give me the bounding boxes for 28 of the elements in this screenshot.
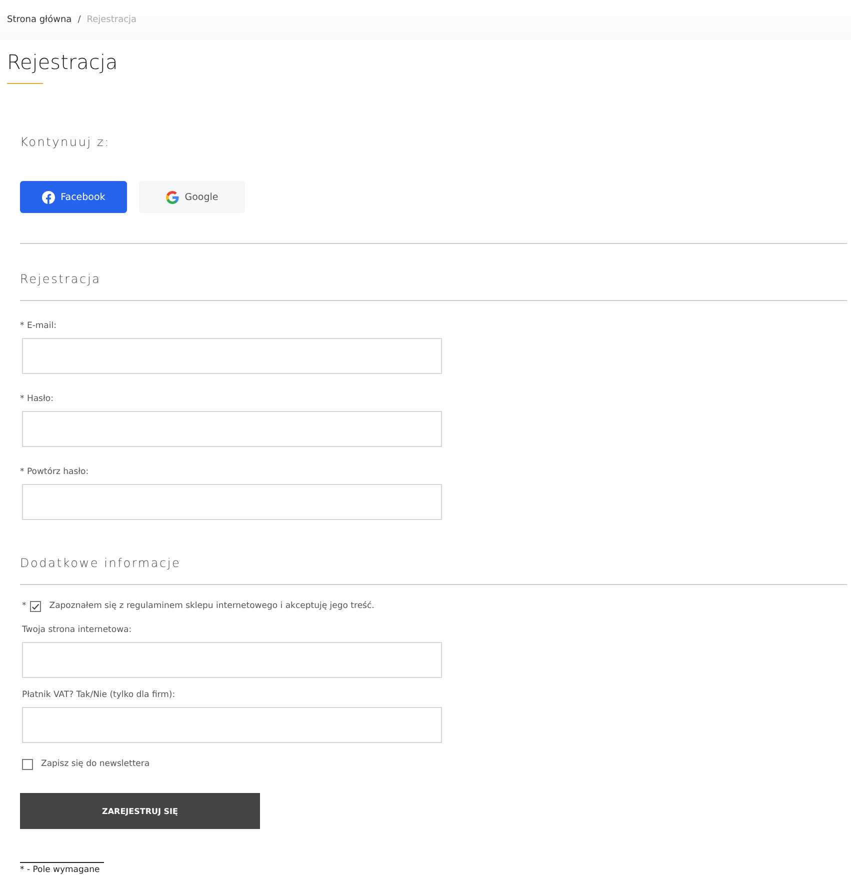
checkbox[interactable] [22,758,33,770]
section-heading: Rejestracja [20,272,102,286]
field-label: Płatnik VAT? Tak/Nie (tylko dla firm): [22,690,176,700]
checkbox-label: Zapoznałem się z regulaminem sklepu internetowego i akceptuję jego treść. [49,601,374,611]
facebook-icon [42,190,55,204]
required-mark: * [22,601,26,611]
input-field[interactable] [22,642,442,678]
title-underline [7,83,43,84]
input-field[interactable] [22,707,442,743]
google-button[interactable]: Google [139,181,245,213]
field-label: * E-mail: [20,321,58,331]
required-fields-note: * - Pole wymagane [20,862,104,875]
field-label: * Powtórz hasło: [20,467,90,477]
google-icon [166,190,179,204]
checkbox-label: Zapisz się do newslettera [41,759,150,769]
breadcrumb-separator: / [78,15,81,25]
input-field[interactable] [22,338,442,374]
field-label: Twoja strona internetowa: [22,625,133,635]
section-heading: Dodatkowe informacje [20,556,182,570]
page-title: Rejestracja [7,50,119,74]
facebook-button[interactable]: Facebook [20,181,127,213]
register-button[interactable]: ZAREJESTRUJ SIĘ [20,793,260,829]
checkbox[interactable] [30,600,42,612]
field-label: * Hasło: [20,394,54,404]
input-field[interactable] [22,484,442,520]
breadcrumb-link[interactable]: Strona główna [7,15,72,25]
input-field[interactable] [22,411,442,447]
section-heading: Kontynuuj z: [20,135,111,149]
